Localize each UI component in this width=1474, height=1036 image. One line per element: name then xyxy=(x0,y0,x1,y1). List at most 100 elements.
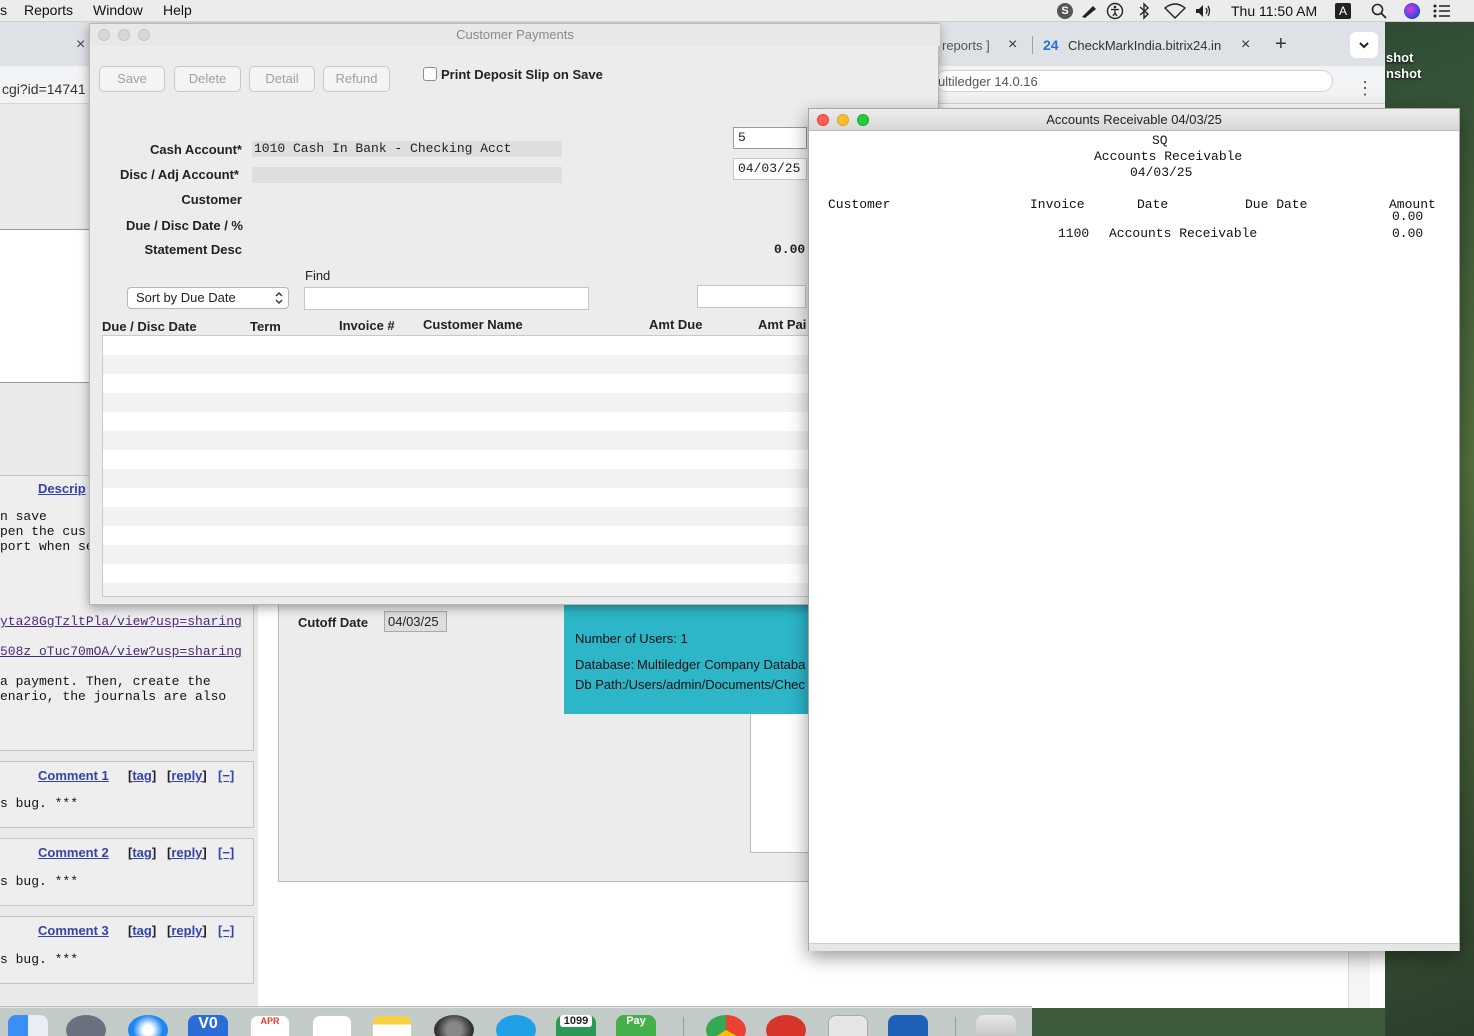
close-button[interactable] xyxy=(817,114,829,126)
table-row[interactable] xyxy=(103,583,821,596)
app-icon[interactable]: V0 xyxy=(188,1015,228,1036)
browser-menu-icon[interactable]: ⋮ xyxy=(1356,78,1374,99)
table-row[interactable] xyxy=(103,374,821,393)
zoom-button[interactable] xyxy=(138,29,150,41)
tab-close-icon[interactable]: × xyxy=(1241,36,1250,54)
reply-link[interactable]: reply xyxy=(171,845,202,860)
trash-icon[interactable] xyxy=(976,1015,1016,1036)
input-source-icon[interactable]: A xyxy=(1335,3,1351,19)
collapse-link[interactable]: [−] xyxy=(218,923,234,938)
attachment-link[interactable]: yta28GgTzltPla/view?usp=sharing xyxy=(0,614,242,629)
accessibility-icon[interactable] xyxy=(1106,2,1124,20)
tab-close-icon[interactable]: × xyxy=(76,36,85,54)
payments-grid[interactable] xyxy=(102,335,822,597)
pen-icon[interactable] xyxy=(1080,3,1098,19)
save-button[interactable]: Save xyxy=(99,66,165,92)
minimize-button[interactable] xyxy=(118,29,130,41)
bluetooth-icon[interactable] xyxy=(1138,2,1150,20)
tab-bitrix-title[interactable]: CheckMarkIndia.bitrix24.in xyxy=(1068,38,1221,53)
find-amount-input[interactable] xyxy=(697,285,806,308)
spotlight-icon[interactable] xyxy=(1371,3,1387,19)
table-row[interactable] xyxy=(103,507,821,526)
col-amt-due[interactable]: Amt Due xyxy=(649,317,702,332)
table-row[interactable] xyxy=(103,431,821,450)
notes-icon[interactable] xyxy=(372,1015,412,1036)
col-invoice-number[interactable]: Invoice # xyxy=(339,318,395,333)
description-link[interactable]: Descrip xyxy=(38,481,86,496)
comment-link[interactable]: Comment 3 xyxy=(38,923,109,938)
payment-date-field[interactable]: 04/03/25 xyxy=(733,158,807,180)
collapse-link[interactable]: [−] xyxy=(218,845,234,860)
chrome-icon[interactable] xyxy=(706,1015,746,1036)
find-input[interactable] xyxy=(304,287,589,310)
disc-adj-account-field[interactable] xyxy=(252,167,562,183)
refund-button[interactable]: Refund xyxy=(323,66,390,92)
menu-window[interactable]: Window xyxy=(93,2,143,18)
attachment-link[interactable]: 508z_oTuc70mOA/view?usp=sharing xyxy=(0,644,242,659)
col-term[interactable]: Term xyxy=(250,319,281,334)
menu-truncated[interactable]: s xyxy=(0,2,7,18)
tab-reports-title[interactable]: reports ] xyxy=(942,38,990,53)
minimize-button[interactable] xyxy=(837,114,849,126)
reply-link[interactable]: reply xyxy=(171,768,202,783)
sort-select[interactable]: Sort by Due Date xyxy=(127,287,289,309)
system-preferences-icon[interactable] xyxy=(434,1015,474,1036)
print-deposit-label[interactable]: Print Deposit Slip on Save xyxy=(441,67,603,82)
cutoff-date-field[interactable]: 04/03/25 xyxy=(384,611,447,632)
table-row[interactable] xyxy=(103,336,821,355)
payroll-icon[interactable]: Pay xyxy=(616,1015,656,1036)
notification-center-icon[interactable] xyxy=(1433,4,1451,18)
tax-form-icon[interactable]: 1099 xyxy=(556,1015,596,1036)
preview-icon[interactable] xyxy=(828,1015,868,1036)
skype-dock-icon[interactable] xyxy=(496,1015,536,1036)
delete-button[interactable]: Delete xyxy=(174,66,241,92)
url-text[interactable]: ultiledger 14.0.16 xyxy=(938,74,1038,89)
table-row[interactable] xyxy=(103,545,821,564)
tag-link[interactable]: tag xyxy=(132,923,152,938)
finder-icon[interactable] xyxy=(8,1015,48,1036)
tab-close-icon[interactable]: × xyxy=(1008,36,1017,54)
col-customer-name[interactable]: Customer Name xyxy=(423,317,523,332)
siri-icon[interactable] xyxy=(1404,3,1420,19)
multiledger-icon[interactable] xyxy=(888,1015,928,1036)
comment-link[interactable]: Comment 1 xyxy=(38,768,109,783)
payment-number-field[interactable]: 5 xyxy=(733,127,807,149)
table-row[interactable] xyxy=(103,450,821,469)
calendar-icon[interactable]: APR xyxy=(250,1015,290,1036)
new-tab-button[interactable]: + xyxy=(1275,33,1287,56)
reply-link[interactable]: reply xyxy=(171,923,202,938)
comment-link[interactable]: Comment 2 xyxy=(38,845,109,860)
detail-button[interactable]: Detail xyxy=(249,66,315,92)
desktop-file-label[interactable]: nshot xyxy=(1386,66,1421,81)
desktop-file-label[interactable]: shot xyxy=(1386,50,1413,65)
collapse-link[interactable]: [−] xyxy=(218,768,234,783)
cash-account-field[interactable]: 1010 Cash In Bank - Checking Acct xyxy=(252,141,562,157)
clock[interactable]: Thu 11:50 AM xyxy=(1231,3,1317,19)
table-row[interactable] xyxy=(103,488,821,507)
app-red-icon[interactable] xyxy=(766,1015,806,1036)
table-row[interactable] xyxy=(103,564,821,583)
zoom-button[interactable] xyxy=(857,114,869,126)
url-text[interactable]: cgi?id=14741 xyxy=(2,81,86,97)
wifi-icon[interactable] xyxy=(1164,3,1186,19)
volume-icon[interactable] xyxy=(1194,3,1212,19)
col-due-disc-date[interactable]: Due / Disc Date xyxy=(102,319,197,334)
tab-search-button[interactable] xyxy=(1350,32,1378,58)
scrollbar-track[interactable] xyxy=(1348,942,1370,1008)
tag-link[interactable]: tag xyxy=(132,768,152,783)
col-amt-paid[interactable]: Amt Pai xyxy=(758,317,806,332)
table-row[interactable] xyxy=(103,355,821,374)
reminders-icon[interactable] xyxy=(312,1015,352,1036)
print-deposit-checkbox[interactable] xyxy=(423,67,437,81)
table-row[interactable] xyxy=(103,412,821,431)
tag-link[interactable]: tag xyxy=(132,845,152,860)
menu-reports[interactable]: Reports xyxy=(24,2,73,18)
launchpad-icon[interactable] xyxy=(66,1015,106,1036)
close-button[interactable] xyxy=(98,29,110,41)
table-row[interactable] xyxy=(103,393,821,412)
table-row[interactable] xyxy=(103,526,821,545)
skype-icon[interactable]: S xyxy=(1057,3,1073,19)
table-row[interactable] xyxy=(103,469,821,488)
menu-help[interactable]: Help xyxy=(163,2,192,18)
safari-icon[interactable] xyxy=(128,1015,168,1036)
